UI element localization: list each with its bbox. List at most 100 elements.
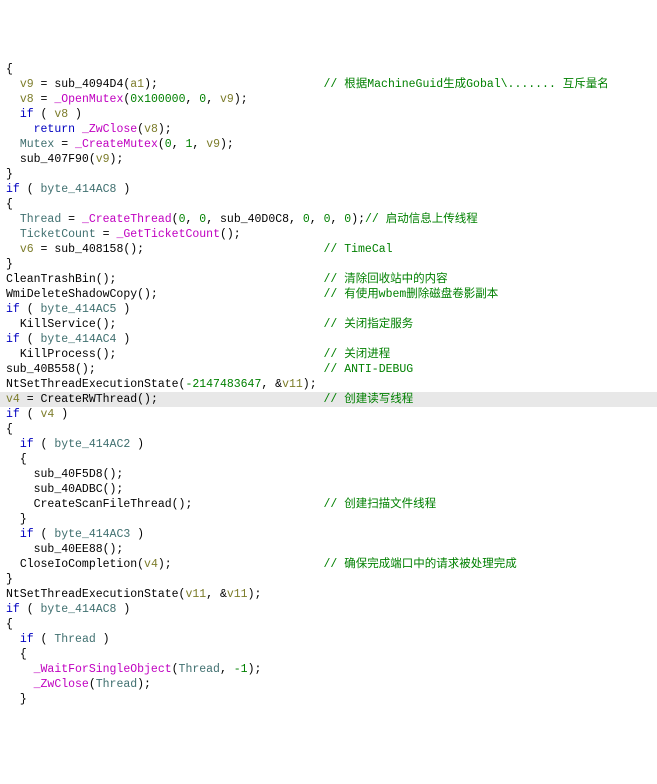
comment: // 创建扫描文件线程 — [323, 498, 436, 511]
operator: , — [289, 213, 303, 226]
code-line[interactable]: CloseIoCompletion(v4); // 确保完成端口中的请求被处理完… — [0, 557, 657, 572]
operator: , — [310, 213, 324, 226]
code-line[interactable]: if ( byte_414AC5 ) — [0, 302, 657, 317]
code-line[interactable]: if ( byte_414AC2 ) — [0, 437, 657, 452]
comment: // 关闭进程 — [324, 348, 391, 361]
operator: = — [54, 138, 75, 151]
operator: , — [185, 213, 199, 226]
code-line[interactable]: sub_40EE88(); — [0, 542, 657, 557]
code-line[interactable]: _WaitForSingleObject(Thread, -1); — [0, 662, 657, 677]
local-variable: v9 — [96, 153, 110, 166]
api-function-name: _OpenMutex — [54, 93, 123, 106]
function-name: NtSetThreadExecutionState — [6, 378, 179, 391]
keyword: if — [20, 108, 34, 121]
bracket: ); — [248, 588, 262, 601]
operator: ) — [116, 333, 130, 346]
api-function-name: _WaitForSingleObject — [34, 663, 172, 676]
code-line[interactable]: { — [0, 197, 657, 212]
keyword: if — [6, 408, 20, 421]
decompiler-code-view[interactable]: { v9 = sub_4094D4(a1); // 根据MachineGuid生… — [0, 62, 657, 707]
code-line[interactable]: NtSetThreadExecutionState(v11, &v11); — [0, 587, 657, 602]
code-line[interactable]: v4 = CreateRWThread(); // 创建读写线程 — [0, 392, 657, 407]
bracket: { — [20, 453, 27, 466]
code-line[interactable]: KillService(); // 关闭指定服务 — [0, 317, 657, 332]
code-line[interactable]: NtSetThreadExecutionState(-2147483647, &… — [0, 377, 657, 392]
code-line[interactable]: v6 = sub_408158(); // TimeCal — [0, 242, 657, 257]
keyword: if — [6, 183, 20, 196]
operator: ( — [34, 108, 55, 121]
operator: ( — [34, 633, 55, 646]
code-line[interactable]: } — [0, 167, 657, 182]
code-line[interactable]: _ZwClose(Thread); — [0, 677, 657, 692]
function-name: sub_40D0C8 — [220, 213, 289, 226]
bracket: } — [6, 258, 13, 271]
bracket: ); — [158, 558, 172, 571]
indent — [6, 453, 20, 466]
code-line[interactable]: sub_40B558(); // ANTI-DEBUG — [0, 362, 657, 377]
operator: ) — [54, 408, 68, 421]
operator: = — [96, 228, 117, 241]
code-line[interactable]: { — [0, 617, 657, 632]
bracket: ); — [303, 378, 317, 391]
keyword: if — [6, 303, 20, 316]
indent — [6, 213, 20, 226]
code-line[interactable]: if ( Thread ) — [0, 632, 657, 647]
code-line[interactable]: CreateScanFileThread(); // 创建扫描文件线程 — [0, 497, 657, 512]
code-line[interactable]: if ( v4 ) — [0, 407, 657, 422]
bracket: (); — [172, 498, 193, 511]
function-name: sub_40EE88 — [34, 543, 103, 556]
code-line[interactable]: } — [0, 257, 657, 272]
code-line[interactable]: if ( v8 ) — [0, 107, 657, 122]
code-line[interactable]: } — [0, 512, 657, 527]
comment: // 确保完成端口中的请求被处理完成 — [324, 558, 517, 571]
bracket: (); — [103, 483, 124, 496]
operator: ) — [130, 528, 144, 541]
code-line[interactable]: { — [0, 422, 657, 437]
code-line[interactable]: WmiDeleteShadowCopy(); // 有使用wbem删除磁盘卷影副… — [0, 287, 657, 302]
function-name: sub_408158 — [54, 243, 123, 256]
code-line[interactable]: if ( byte_414AC8 ) — [0, 182, 657, 197]
function-name: KillService — [20, 318, 96, 331]
function-name: CreateRWThread — [41, 393, 138, 406]
local-variable: v4 — [41, 408, 55, 421]
operator: ) — [68, 108, 82, 121]
api-function-name: _GetTicketCount — [116, 228, 220, 241]
code-line[interactable]: return _ZwClose(v8); — [0, 122, 657, 137]
code-line[interactable]: { — [0, 452, 657, 467]
code-line[interactable]: } — [0, 572, 657, 587]
bracket: (); — [137, 393, 158, 406]
code-line[interactable]: sub_40F5D8(); — [0, 467, 657, 482]
code-line[interactable]: if ( byte_414AC4 ) — [0, 332, 657, 347]
bracket: { — [6, 618, 13, 631]
code-line[interactable]: CleanTrashBin(); // 清除回收站中的内容 — [0, 272, 657, 287]
number-literal: -1 — [234, 663, 248, 676]
code-line[interactable]: v9 = sub_4094D4(a1); // 根据MachineGuid生成G… — [0, 77, 657, 92]
indent — [6, 498, 34, 511]
global-variable: Thread — [20, 213, 61, 226]
global-variable: TicketCount — [20, 228, 96, 241]
bracket: { — [20, 648, 27, 661]
code-line[interactable]: v8 = _OpenMutex(0x100000, 0, v9); — [0, 92, 657, 107]
operator: ( — [34, 528, 55, 541]
parameter-variable: a1 — [130, 78, 144, 91]
comment: // TimeCal — [324, 243, 393, 256]
code-line[interactable]: KillProcess(); // 关闭进程 — [0, 347, 657, 362]
code-line[interactable]: Mutex = _CreateMutex(0, 1, v9); — [0, 137, 657, 152]
padding — [144, 243, 323, 256]
code-line[interactable]: } — [0, 692, 657, 707]
indent — [6, 138, 20, 151]
indent — [6, 468, 34, 481]
code-line[interactable]: sub_40ADBC(); — [0, 482, 657, 497]
code-line[interactable]: TicketCount = _GetTicketCount(); — [0, 227, 657, 242]
function-name: WmiDeleteShadowCopy — [6, 288, 137, 301]
bracket: { — [6, 198, 13, 211]
local-variable: v11 — [227, 588, 248, 601]
code-line[interactable]: { — [0, 647, 657, 662]
code-line[interactable]: Thread = _CreateThread(0, 0, sub_40D0C8,… — [0, 212, 657, 227]
indent — [6, 633, 20, 646]
code-line[interactable]: if ( byte_414AC8 ) — [0, 602, 657, 617]
bracket: { — [6, 423, 13, 436]
code-line[interactable]: if ( byte_414AC3 ) — [0, 527, 657, 542]
code-line[interactable]: sub_407F90(v9); — [0, 152, 657, 167]
code-line[interactable]: { — [0, 62, 657, 77]
